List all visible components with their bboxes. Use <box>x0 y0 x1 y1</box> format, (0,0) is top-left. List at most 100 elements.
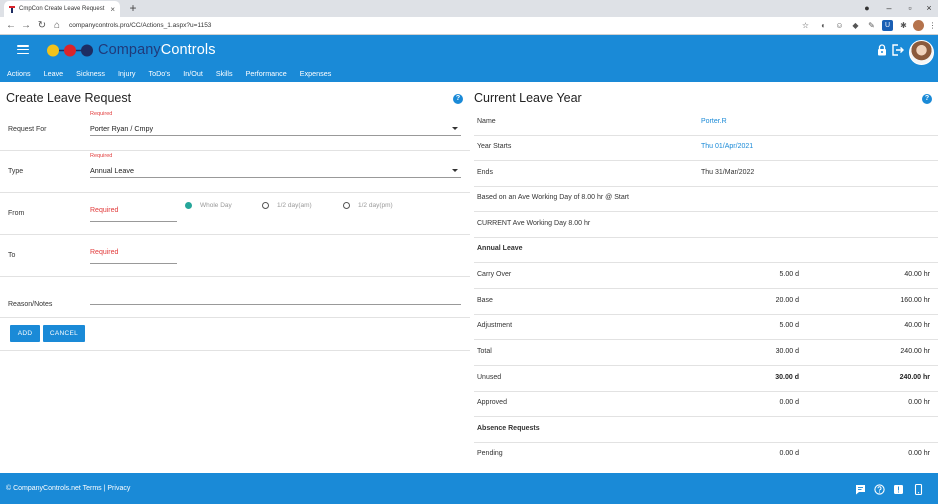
maximize-icon[interactable]: ▫ <box>903 2 917 14</box>
divider <box>474 211 938 212</box>
page-title: Create Leave Request <box>6 91 132 105</box>
bookmark-star-icon[interactable]: ☆ <box>800 20 811 31</box>
chat-icon[interactable] <box>855 484 866 495</box>
add-button[interactable]: ADD <box>10 325 40 342</box>
menu-item-skills[interactable]: Skills <box>209 67 239 81</box>
to-date-underline <box>90 263 177 264</box>
menu-item-actions[interactable]: Actions <box>0 67 37 81</box>
chevron-down-icon[interactable] <box>452 169 458 172</box>
footer <box>0 473 938 504</box>
minimize-icon[interactable]: – <box>882 2 896 14</box>
back-icon[interactable]: ← <box>5 19 17 32</box>
menu-item-leave[interactable]: Leave <box>37 67 70 81</box>
type-label: Type <box>8 168 24 175</box>
extension-icon[interactable]: ✎ <box>866 20 877 31</box>
from-date-input[interactable]: Required <box>90 207 118 214</box>
divider <box>474 262 938 263</box>
name-label: Name <box>477 118 496 125</box>
leave-row-label: Unused <box>477 374 502 381</box>
menu-item-expenses[interactable]: Expenses <box>293 67 338 81</box>
favicon-icon <box>9 5 15 13</box>
leave-row-days: 30.00 d <box>775 374 799 381</box>
divider <box>474 186 938 187</box>
radio-half-day-am[interactable] <box>262 202 269 209</box>
leave-row-hours: 240.00 hr <box>899 374 930 381</box>
logout-icon[interactable] <box>891 43 905 57</box>
mobile-icon[interactable] <box>913 483 924 496</box>
pending-hours: 0.00 hr <box>908 450 930 457</box>
leave-row-hours: 160.00 hr <box>900 297 930 304</box>
leave-row-days: 20.00 d <box>775 297 799 304</box>
footer-text[interactable]: © CompanyControls.net Terms | Privacy <box>6 485 130 492</box>
name-value-link[interactable]: Porter.R <box>701 118 727 125</box>
year-starts-link[interactable]: Thu 01/Apr/2021 <box>701 143 753 150</box>
request-for-select[interactable]: Porter Ryan / Cmpy <box>90 124 461 136</box>
profile-avatar-icon[interactable] <box>913 20 924 31</box>
extension-icon[interactable]: ☺ <box>834 20 845 31</box>
based-on-text: Based on an Ave Working Day of 8.00 hr @… <box>477 194 629 201</box>
puzzle-icon[interactable]: ✱ <box>898 20 909 31</box>
menu-item-todos[interactable]: ToDo's <box>142 67 177 81</box>
help-icon[interactable]: ? <box>922 94 932 104</box>
help-icon[interactable]: ? <box>453 94 463 104</box>
type-select[interactable]: Annual Leave <box>90 166 461 178</box>
hamburger-menu-icon[interactable] <box>17 45 29 55</box>
leave-row-label: Base <box>477 297 493 304</box>
help-circle-icon[interactable] <box>874 484 885 495</box>
leave-row-hours: 240.00 hr <box>900 348 930 355</box>
divider <box>474 442 938 443</box>
home-icon[interactable]: ⌂ <box>51 19 63 32</box>
leave-row-label: Carry Over <box>477 271 512 278</box>
leave-year-title: Current Leave Year <box>474 91 582 105</box>
user-avatar[interactable] <box>909 40 934 65</box>
menu-item-in-out[interactable]: In/Out <box>176 67 209 81</box>
tab-close-icon[interactable]: × <box>110 5 115 14</box>
extension-icon[interactable]: ◐ <box>818 20 829 31</box>
leave-row-hours: 0.00 hr <box>908 399 930 406</box>
request-for-label: Request For <box>8 126 47 133</box>
radio-half-day-am-label: 1/2 day(am) <box>277 202 312 209</box>
divider <box>0 317 470 318</box>
pending-days: 0.00 d <box>779 450 799 457</box>
profile-menu-icon[interactable]: ● <box>860 2 874 14</box>
ends-value: Thu 31/Mar/2022 <box>701 169 755 176</box>
to-label: To <box>8 252 16 259</box>
new-tab-icon[interactable]: + <box>126 1 140 15</box>
leave-row-label: Adjustment <box>477 322 513 329</box>
brand-name: CompanyControls <box>98 42 216 58</box>
divider <box>0 350 470 351</box>
browser-tab[interactable]: CmpCon Create Leave Request × <box>4 1 120 17</box>
radio-half-day-pm[interactable] <box>343 202 350 209</box>
request-for-required: Required <box>90 111 113 117</box>
forward-icon[interactable]: → <box>20 19 32 32</box>
extension-icon[interactable]: U <box>882 20 893 31</box>
absence-requests-heading: Absence Requests <box>477 425 540 432</box>
divider <box>0 192 470 193</box>
browser-tab-title: CmpCon Create Leave Request <box>19 6 105 12</box>
menu-item-injury[interactable]: Injury <box>111 67 142 81</box>
cancel-button[interactable]: CANCEL <box>43 325 85 342</box>
url-field[interactable]: companycontrols.pro/CC/Actions_1.aspx?u=… <box>69 17 211 35</box>
chevron-down-icon[interactable] <box>452 127 458 130</box>
annual-leave-heading: Annual Leave <box>477 245 523 252</box>
from-date-underline <box>90 221 177 222</box>
leave-row-days: 0.00 d <box>779 399 799 406</box>
from-label: From <box>8 210 25 217</box>
divider <box>0 234 470 235</box>
alert-icon[interactable] <box>893 484 904 495</box>
radio-whole-day[interactable] <box>185 202 192 209</box>
menu-item-performance[interactable]: Performance <box>239 67 293 81</box>
pending-label: Pending <box>477 450 503 457</box>
leave-row-days: 30.00 d <box>775 348 799 355</box>
to-date-input[interactable]: Required <box>90 249 118 256</box>
lock-icon[interactable] <box>876 44 888 56</box>
reload-icon[interactable]: ↻ <box>36 19 48 32</box>
extension-icon[interactable]: ◆ <box>850 20 861 31</box>
year-starts-label: Year Starts <box>477 143 512 150</box>
radio-half-day-pm-label: 1/2 day(pm) <box>358 202 393 209</box>
window-close-icon[interactable]: × <box>922 2 936 14</box>
kebab-menu-icon[interactable]: ⋮ <box>927 20 938 31</box>
reason-notes-input[interactable] <box>90 304 461 305</box>
menu-item-sickness[interactable]: Sickness <box>69 67 111 81</box>
leave-row-days: 5.00 d <box>779 271 799 278</box>
